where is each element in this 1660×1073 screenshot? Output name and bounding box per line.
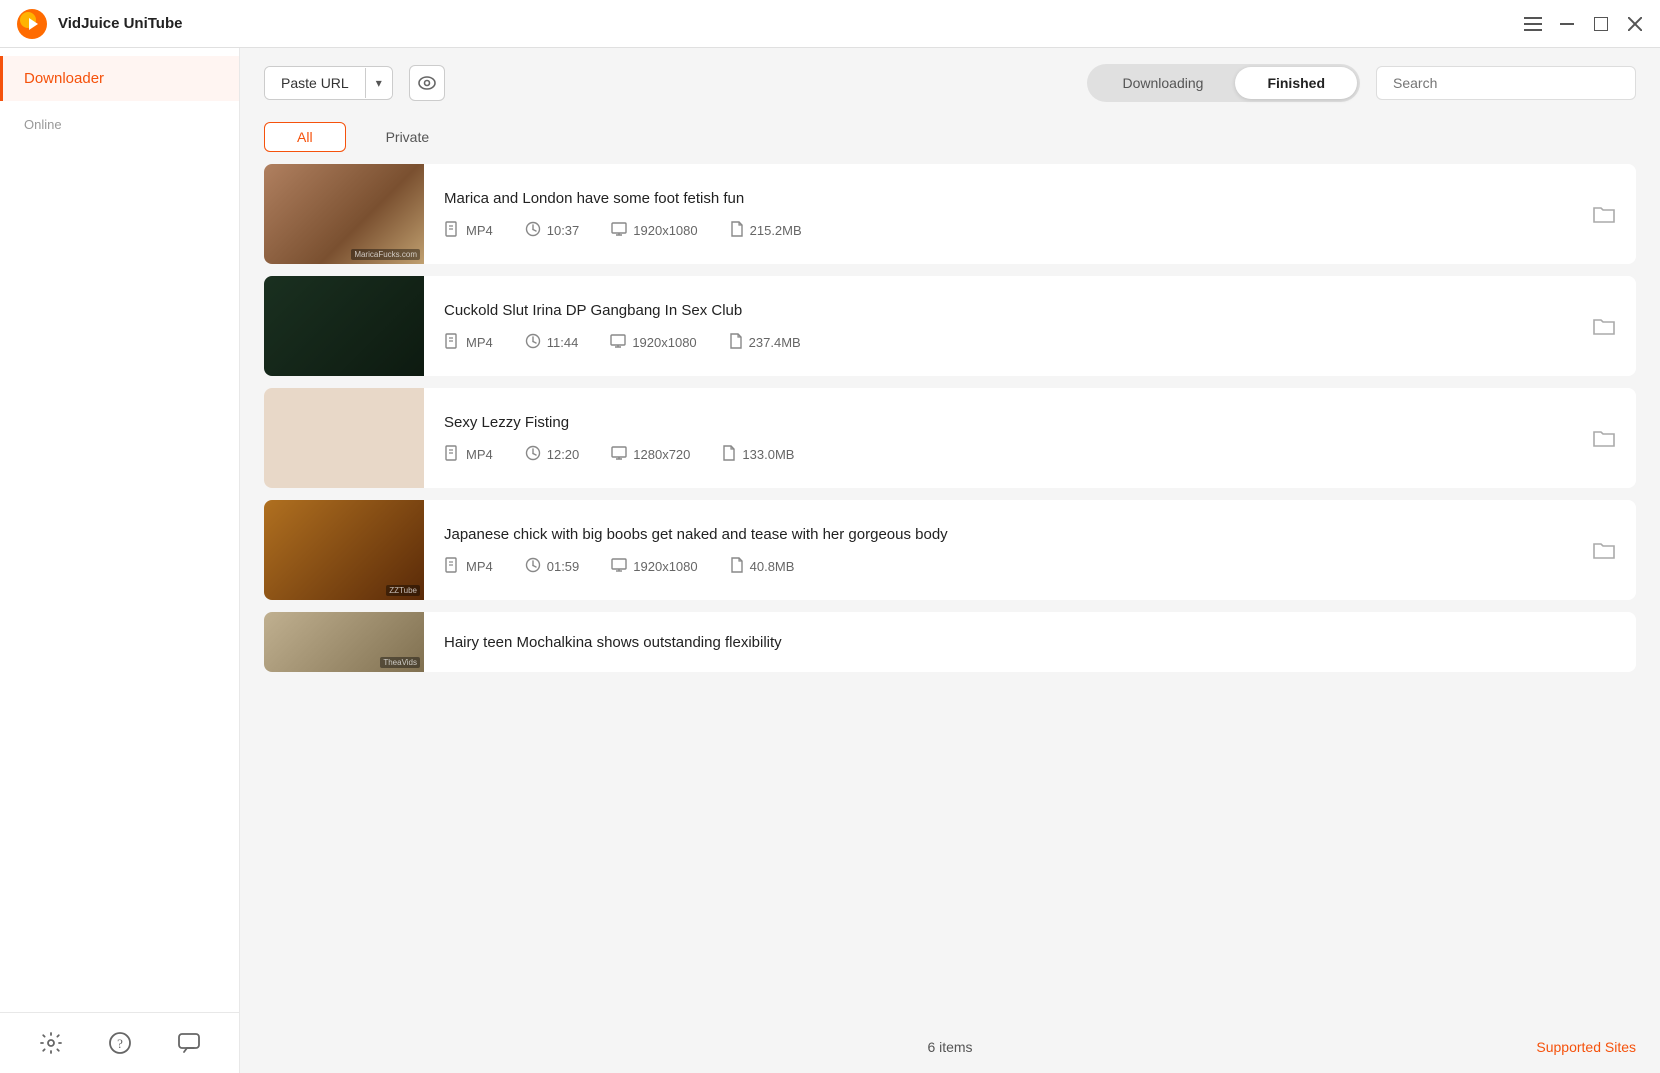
video-title: Sexy Lezzy Fisting [444, 412, 1588, 433]
sidebar-item-downloader[interactable]: Downloader [0, 56, 239, 101]
video-info: Japanese chick with big boobs get naked … [444, 508, 1588, 592]
app-title: VidJuice UniTube [58, 15, 1524, 32]
video-info: Cuckold Slut Irina DP Gangbang In Sex Cl… [444, 284, 1588, 368]
duration-item: 11:44 [525, 333, 579, 352]
resolution-item: 1920x1080 [610, 333, 696, 352]
toolbar: Paste URL ▾ Downloading Finished [240, 48, 1660, 118]
video-item: MaricaFucks.com Marica and London have s… [264, 164, 1636, 264]
format-item: MP4 [444, 221, 493, 240]
video-title: Japanese chick with big boobs get naked … [444, 524, 1588, 545]
eye-button[interactable] [409, 65, 445, 101]
titlebar: VidJuice UniTube [0, 0, 1660, 48]
sidebar-bottom: ? [0, 1012, 239, 1073]
video-item: Sexy Lezzy Fisting MP4 12:20 [264, 388, 1636, 488]
format-icon [444, 333, 460, 352]
monitor-icon [610, 333, 626, 352]
filesize-item: 133.0MB [722, 445, 794, 464]
video-title: Cuckold Slut Irina DP Gangbang In Sex Cl… [444, 300, 1588, 321]
thumb-watermark: TheaVids [380, 657, 420, 668]
close-button[interactable] [1626, 15, 1644, 33]
resolution-item: 1920x1080 [611, 557, 697, 576]
content-area: Paste URL ▾ Downloading Finished All Pr [240, 48, 1660, 1073]
video-item: ZZTube Japanese chick with big boobs get… [264, 500, 1636, 600]
video-thumbnail [264, 276, 424, 376]
video-meta: MP4 10:37 1920x1080 [444, 221, 1588, 240]
clock-icon [525, 221, 541, 240]
subtabs: All Private [240, 118, 1660, 164]
search-input[interactable] [1376, 66, 1636, 100]
window-controls [1524, 15, 1644, 33]
video-info: Sexy Lezzy Fisting MP4 12:20 [444, 396, 1588, 480]
monitor-icon [611, 557, 627, 576]
filesize-item: 215.2MB [730, 221, 802, 240]
downloading-tab[interactable]: Downloading [1090, 67, 1235, 99]
video-thumbnail: MaricaFucks.com [264, 164, 424, 264]
format-item: MP4 [444, 445, 493, 464]
open-folder-button[interactable] [1588, 422, 1620, 454]
video-thumbnail: ZZTube [264, 500, 424, 600]
video-meta: MP4 01:59 1920x1080 [444, 557, 1588, 576]
filesize-item: 237.4MB [729, 333, 801, 352]
main-layout: Downloader Online ? [0, 48, 1660, 1073]
thumb-watermark: MaricaFucks.com [351, 249, 420, 260]
paste-url-group: Paste URL ▾ [264, 66, 393, 100]
chat-icon[interactable] [175, 1029, 203, 1057]
file-icon [729, 333, 743, 352]
clock-icon [525, 445, 541, 464]
video-info: Marica and London have some foot fetish … [444, 172, 1588, 256]
open-folder-button[interactable] [1588, 534, 1620, 566]
file-icon [722, 445, 736, 464]
clock-icon [525, 333, 541, 352]
format-icon [444, 445, 460, 464]
items-count: 6 items [927, 1039, 972, 1055]
video-list: MaricaFucks.com Marica and London have s… [240, 164, 1660, 1021]
format-item: MP4 [444, 333, 493, 352]
status-toggle: Downloading Finished [1087, 64, 1360, 102]
video-title: Hairy teen Mochalkina shows outstanding … [444, 632, 1620, 653]
format-icon [444, 221, 460, 240]
svg-text:?: ? [117, 1036, 123, 1051]
thumb-watermark: ZZTube [386, 585, 420, 596]
monitor-icon [611, 221, 627, 240]
duration-item: 10:37 [525, 221, 580, 240]
video-item: Cuckold Slut Irina DP Gangbang In Sex Cl… [264, 276, 1636, 376]
paste-url-button[interactable]: Paste URL [265, 67, 365, 99]
monitor-icon [611, 445, 627, 464]
file-icon [730, 557, 744, 576]
finished-tab[interactable]: Finished [1235, 67, 1357, 99]
file-icon [730, 221, 744, 240]
app-logo [16, 8, 48, 40]
subtab-all[interactable]: All [264, 122, 346, 152]
help-icon[interactable]: ? [106, 1029, 134, 1057]
open-folder-button[interactable] [1588, 198, 1620, 230]
duration-item: 01:59 [525, 557, 580, 576]
resolution-item: 1920x1080 [611, 221, 697, 240]
sidebar-nav: Downloader Online [0, 48, 239, 1012]
supported-sites-link[interactable]: Supported Sites [1536, 1039, 1636, 1055]
clock-icon [525, 557, 541, 576]
paste-url-dropdown[interactable]: ▾ [365, 68, 392, 98]
video-thumbnail [264, 388, 424, 488]
sidebar: Downloader Online ? [0, 48, 240, 1073]
statusbar: 6 items Supported Sites [240, 1021, 1660, 1073]
video-title: Marica and London have some foot fetish … [444, 188, 1588, 209]
format-icon [444, 557, 460, 576]
video-meta: MP4 11:44 1920x1080 [444, 333, 1588, 352]
menu-button[interactable] [1524, 15, 1542, 33]
maximize-button[interactable] [1592, 15, 1610, 33]
filesize-item: 40.8MB [730, 557, 795, 576]
video-thumbnail: TheaVids [264, 612, 424, 672]
open-folder-button[interactable] [1588, 310, 1620, 342]
video-meta: MP4 12:20 1280x720 [444, 445, 1588, 464]
minimize-button[interactable] [1558, 15, 1576, 33]
settings-icon[interactable] [37, 1029, 65, 1057]
video-info: Hairy teen Mochalkina shows outstanding … [444, 620, 1620, 665]
sidebar-section-online: Online [0, 101, 239, 140]
video-item: TheaVids Hairy teen Mochalkina shows out… [264, 612, 1636, 672]
format-item: MP4 [444, 557, 493, 576]
subtab-private[interactable]: Private [362, 123, 454, 151]
duration-item: 12:20 [525, 445, 580, 464]
resolution-item: 1280x720 [611, 445, 690, 464]
